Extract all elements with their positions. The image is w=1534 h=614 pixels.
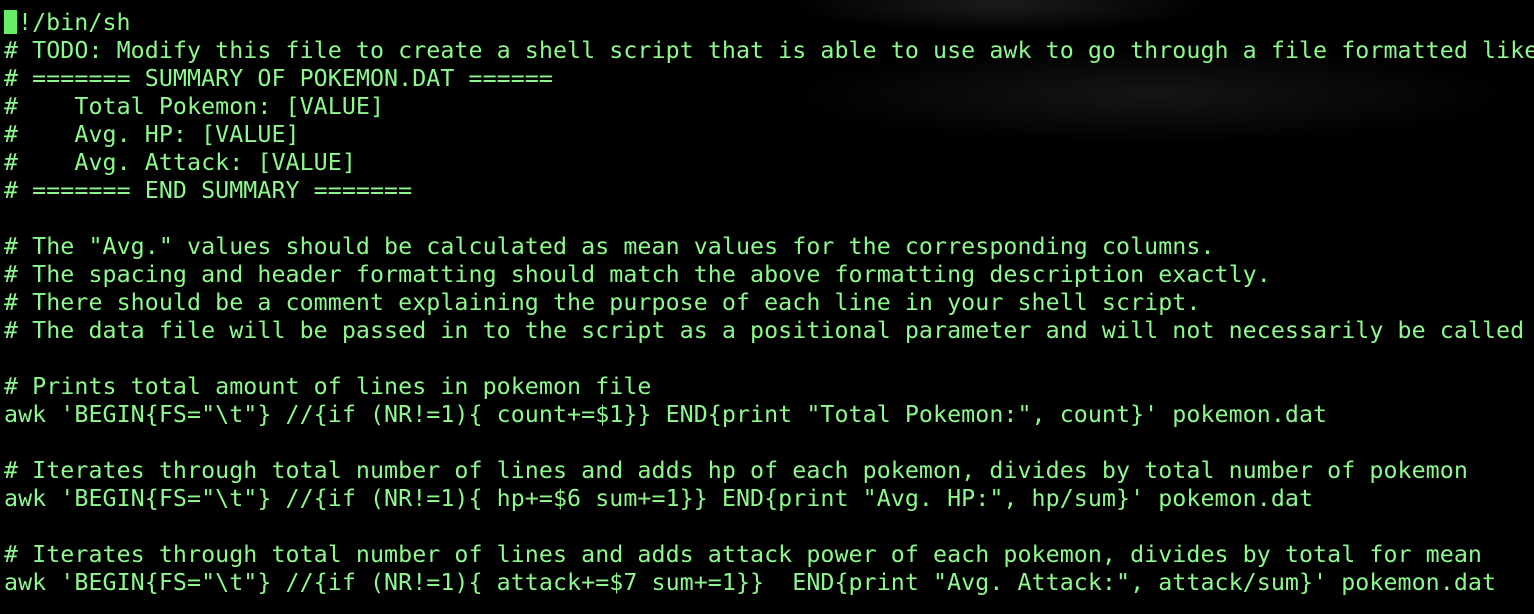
text-cursor: [4, 10, 17, 34]
code-line-12[interactable]: # The data file will be passed in to the…: [4, 317, 1534, 345]
code-line-5[interactable]: # Avg. HP: [VALUE]: [4, 121, 1534, 149]
code-line-text: !/bin/sh: [18, 9, 131, 36]
code-line-4[interactable]: # Total Pokemon: [VALUE]: [4, 93, 1534, 121]
code-line-14[interactable]: # Prints total amount of lines in pokemo…: [4, 373, 1534, 401]
code-line-11[interactable]: # There should be a comment explaining t…: [4, 289, 1534, 317]
code-line-19[interactable]: [4, 513, 1534, 541]
code-line-15[interactable]: awk 'BEGIN{FS="\t"} //{if (NR!=1){ count…: [4, 401, 1534, 429]
code-line-6[interactable]: # Avg. Attack: [VALUE]: [4, 149, 1534, 177]
code-line-10[interactable]: # The spacing and header formatting shou…: [4, 261, 1534, 289]
code-line-2[interactable]: # TODO: Modify this file to create a she…: [4, 37, 1534, 65]
code-line-3[interactable]: # ======= SUMMARY OF POKEMON.DAT ======: [4, 65, 1534, 93]
code-line-16[interactable]: [4, 429, 1534, 457]
code-line-20[interactable]: # Iterates through total number of lines…: [4, 541, 1534, 569]
text-editor[interactable]: !/bin/sh # TODO: Modify this file to cre…: [4, 9, 1534, 597]
code-line-13[interactable]: [4, 345, 1534, 373]
code-line-7[interactable]: # ======= END SUMMARY =======: [4, 177, 1534, 205]
terminal-window[interactable]: !/bin/sh # TODO: Modify this file to cre…: [0, 0, 1534, 614]
code-line-18[interactable]: awk 'BEGIN{FS="\t"} //{if (NR!=1){ hp+=$…: [4, 485, 1534, 513]
code-line-8[interactable]: [4, 205, 1534, 233]
code-line-1[interactable]: !/bin/sh: [4, 9, 1534, 37]
code-line-21[interactable]: awk 'BEGIN{FS="\t"} //{if (NR!=1){ attac…: [4, 569, 1534, 597]
code-line-17[interactable]: # Iterates through total number of lines…: [4, 457, 1534, 485]
code-line-9[interactable]: # The "Avg." values should be calculated…: [4, 233, 1534, 261]
